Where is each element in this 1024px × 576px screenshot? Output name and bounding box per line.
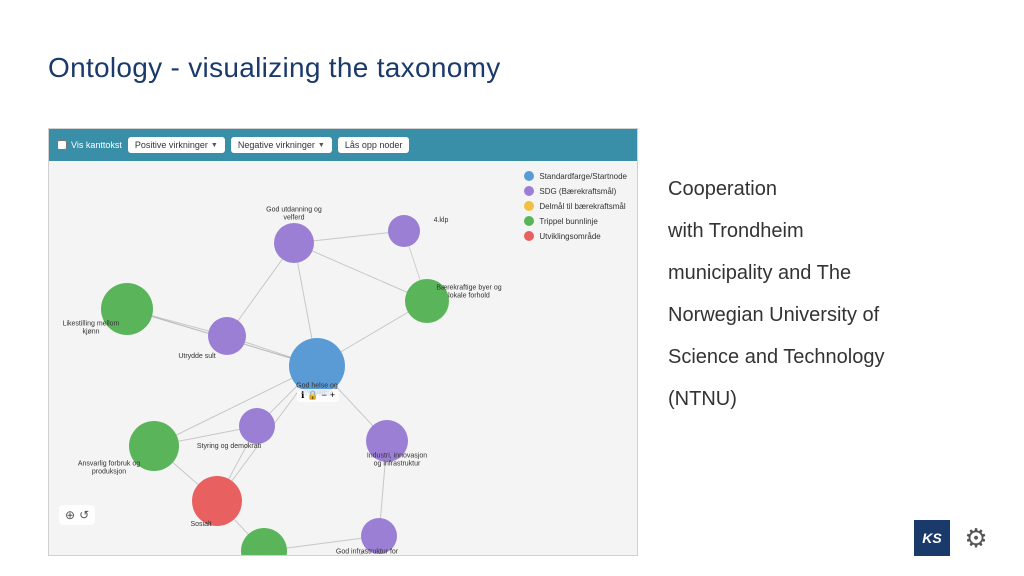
gear-logo: ⚙ <box>958 520 994 556</box>
node-sosialt[interactable] <box>192 476 242 526</box>
node-kllp[interactable] <box>388 215 420 247</box>
legend-label-delmal: Delmål til bærekraftsmål <box>539 202 625 211</box>
node-god-infrastruktur[interactable] <box>361 518 397 554</box>
ks-logo: KS <box>914 520 950 556</box>
node-god-helse[interactable] <box>289 338 345 394</box>
legend-dot-startnode <box>524 171 534 181</box>
lock-btn-label: Lås opp noder <box>345 140 403 150</box>
cooperation-line-4: Norwegian University of <box>668 294 968 336</box>
legend-dot-delmal <box>524 201 534 211</box>
visualization-panel: Vis kanttokst Positive virkninger ▼ Nega… <box>48 128 638 556</box>
cooperation-line-1: Cooperation <box>668 168 968 210</box>
ks-logo-text: KS <box>922 530 941 546</box>
cooperation-line-6: (NTNU) <box>668 378 968 420</box>
node-utrydde-sult[interactable] <box>208 317 246 355</box>
network-legend: Standardfarge/Startnode SDG (Bærekraftsm… <box>524 171 627 246</box>
cooperation-line-5: Science and Technology <box>668 336 968 378</box>
legend-label-utvikling: Utviklingsområde <box>539 232 600 241</box>
checkbox-label: Vis kanttokst <box>71 140 122 150</box>
cooperation-line-2: with Trondheim <box>668 210 968 252</box>
legend-dot-trippel <box>524 216 534 226</box>
positive-btn[interactable]: Positive virkninger ▼ <box>128 137 225 153</box>
legend-item-utvikling: Utviklingsområde <box>524 231 627 241</box>
plus-icon: + <box>330 390 335 401</box>
cooperation-line-3: municipality and The <box>668 252 968 294</box>
mini-toolbar: ⊕ ↺ <box>59 505 95 525</box>
node-ansvarlig[interactable] <box>129 421 179 471</box>
legend-dot-sdg <box>524 186 534 196</box>
legend-item-startnode: Standardfarge/Startnode <box>524 171 627 181</box>
chevron-down-icon: ▼ <box>211 142 218 149</box>
minus-icon: − <box>322 390 327 401</box>
page-title: Ontology - visualizing the taxonomy <box>48 52 501 84</box>
legend-label-sdg: SDG (Bærekraftsmål) <box>539 187 616 196</box>
negative-btn-label: Negative virkninger <box>238 140 315 150</box>
legend-item-sdg: SDG (Bærekraftsmål) <box>524 186 627 196</box>
node-god-utdanning[interactable] <box>274 223 314 263</box>
vis-kanttokst-checkbox[interactable]: Vis kanttokst <box>57 140 122 150</box>
legend-label-trippel: Trippel bunnlinje <box>539 217 597 226</box>
node-styring[interactable] <box>239 408 275 444</box>
viz-toolbar: Vis kanttokst Positive virkninger ▼ Nega… <box>49 129 637 161</box>
lock-icon: 🔒 <box>307 390 318 401</box>
legend-label-startnode: Standardfarge/Startnode <box>539 172 627 181</box>
chevron-down-icon: ▼ <box>318 142 325 149</box>
node-label-styring: Styring og demokrati <box>194 443 264 451</box>
checkbox-input[interactable] <box>57 140 67 150</box>
node-label-ansvarlig: Ansvarlig forbruk og produksjon <box>74 461 144 478</box>
zoom-icon: ⊕ <box>65 508 75 522</box>
legend-item-delmal: Delmål til bærekraftsmål <box>524 201 627 211</box>
node-label-god-utdanning: God utdanning og velferd <box>259 207 329 224</box>
node-fredfullt[interactable] <box>241 528 287 556</box>
legend-item-trippel: Trippel bunnlinje <box>524 216 627 226</box>
bottom-logos: KS ⚙ <box>914 520 994 556</box>
info-icon: ℹ <box>301 390 304 401</box>
negative-btn[interactable]: Negative virkninger ▼ <box>231 137 332 153</box>
node-baerekraftige[interactable] <box>405 279 449 323</box>
lock-btn[interactable]: Lås opp noder <box>338 137 410 153</box>
positive-btn-label: Positive virkninger <box>135 140 208 150</box>
network-canvas: God utdanning og velferd 4.klp Likestill… <box>49 161 637 555</box>
node-action-bar[interactable]: ℹ 🔒 − + <box>297 389 339 402</box>
reset-icon: ↺ <box>79 508 89 522</box>
legend-dot-utvikling <box>524 231 534 241</box>
node-likestilling[interactable] <box>101 283 153 335</box>
node-industri[interactable] <box>366 420 408 462</box>
gear-icon: ⚙ <box>964 523 987 554</box>
cooperation-text-block: Cooperation with Trondheim municipality … <box>668 168 968 420</box>
